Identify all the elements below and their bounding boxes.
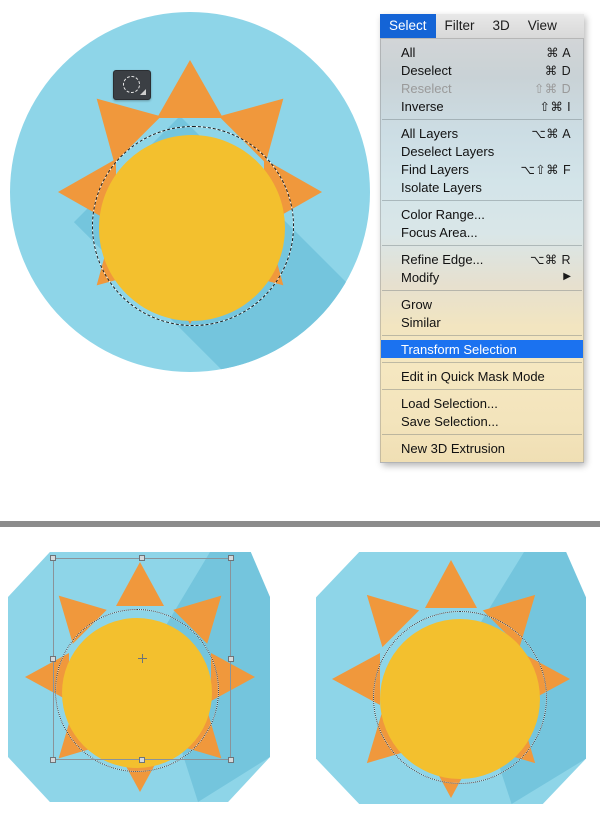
menubar-item-select[interactable]: Select bbox=[380, 14, 436, 38]
transform-handle-sw[interactable] bbox=[50, 757, 56, 763]
menu-item-label: Edit in Quick Mask Mode bbox=[401, 368, 545, 384]
menu-separator bbox=[382, 362, 582, 363]
menu-item-label: Find Layers bbox=[401, 161, 469, 177]
menu-item-deselect[interactable]: Deselect ⌘ D bbox=[381, 61, 583, 79]
menu-separator bbox=[382, 434, 582, 435]
menu-item-label: Reselect bbox=[401, 80, 452, 96]
menu-separator bbox=[382, 335, 582, 336]
menu-item-inverse[interactable]: Inverse ⇧⌘ I bbox=[381, 97, 583, 115]
menu-item-label: Modify bbox=[401, 269, 440, 285]
menu-item-label: Grow bbox=[401, 296, 433, 312]
menu-separator bbox=[382, 245, 582, 246]
transform-reference-point[interactable] bbox=[138, 654, 147, 663]
menu-item-label: Isolate Layers bbox=[401, 179, 482, 195]
menu-item-similar[interactable]: Similar bbox=[381, 313, 583, 331]
sun-ray bbox=[157, 60, 223, 118]
menu-item-label: Refine Edge... bbox=[401, 251, 484, 267]
marching-ants-selection[interactable] bbox=[92, 126, 294, 326]
transform-handle-n[interactable] bbox=[139, 555, 145, 561]
menu-item-all-layers[interactable]: All Layers ⌥⌘ A bbox=[381, 124, 583, 142]
menu-item-label: Color Range... bbox=[401, 206, 485, 222]
menu-item-modify[interactable]: Modify ▶ bbox=[381, 268, 583, 286]
menu-separator bbox=[382, 389, 582, 390]
menu-separator bbox=[382, 290, 582, 291]
menu-item-label: All Layers bbox=[401, 125, 459, 141]
menu-item-isolate-layers[interactable]: Isolate Layers bbox=[381, 178, 583, 196]
transform-handle-s[interactable] bbox=[139, 757, 145, 763]
menu-item-find-layers[interactable]: Find Layers ⌥⇧⌘ F bbox=[381, 160, 583, 178]
menu-item-grow[interactable]: Grow bbox=[381, 295, 583, 313]
elliptical-marquee-tool-icon[interactable] bbox=[113, 70, 151, 100]
menu-item-shortcut: ⌘ A bbox=[546, 45, 571, 60]
menu-item-transform-selection[interactable]: Transform Selection bbox=[381, 340, 583, 358]
sun-illustration-large bbox=[10, 12, 370, 372]
transform-handle-ne[interactable] bbox=[228, 555, 234, 561]
menu-item-label: Inverse bbox=[401, 98, 444, 114]
menu-separator bbox=[382, 119, 582, 120]
select-menu-window: Select Filter 3D View All ⌘ A Deselect ⌘ D Rese… bbox=[380, 14, 584, 463]
menu-item-reselect: Reselect ⇧⌘ D bbox=[381, 79, 583, 97]
transform-handle-se[interactable] bbox=[228, 757, 234, 763]
menubar-item-filter[interactable]: Filter bbox=[436, 14, 484, 38]
menu-item-shortcut: ⇧⌘ D bbox=[533, 81, 571, 96]
menu-item-label: All bbox=[401, 44, 416, 60]
menu-item-shortcut: ⇧⌘ I bbox=[539, 99, 571, 114]
menu-item-color-range[interactable]: Color Range... bbox=[381, 205, 583, 223]
menu-item-label: Similar bbox=[401, 314, 441, 330]
marching-ants-selection[interactable] bbox=[373, 611, 547, 784]
menubar-item-view[interactable]: View bbox=[519, 14, 566, 38]
menu-item-label: Load Selection... bbox=[401, 395, 498, 411]
menu-item-save-selection[interactable]: Save Selection... bbox=[381, 412, 583, 430]
menu-item-deselect-layers[interactable]: Deselect Layers bbox=[381, 142, 583, 160]
menu-item-label: Transform Selection bbox=[401, 341, 517, 357]
transform-handle-nw[interactable] bbox=[50, 555, 56, 561]
section-divider bbox=[0, 521, 600, 527]
menu-item-load-selection[interactable]: Load Selection... bbox=[381, 394, 583, 412]
menu-item-refine-edge[interactable]: Refine Edge... ⌥⌘ R bbox=[381, 250, 583, 268]
menu-item-label: Save Selection... bbox=[401, 413, 499, 429]
sun-ray bbox=[425, 560, 477, 608]
menu-item-shortcut: ⌥⌘ R bbox=[529, 252, 571, 267]
menu-item-shortcut: ⌘ D bbox=[544, 63, 571, 78]
transform-handle-e[interactable] bbox=[228, 656, 234, 662]
menu-item-label: Deselect Layers bbox=[401, 143, 495, 159]
menu-item-focus-area[interactable]: Focus Area... bbox=[381, 223, 583, 241]
marquee-circle-icon bbox=[123, 76, 140, 93]
menubar-item-3d[interactable]: 3D bbox=[484, 14, 519, 38]
transform-handle-w[interactable] bbox=[50, 656, 56, 662]
chevron-right-icon: ▶ bbox=[563, 271, 571, 282]
menu-bar: Select Filter 3D View bbox=[380, 14, 584, 39]
menu-item-shortcut: ⌥⌘ A bbox=[531, 126, 571, 141]
menu-item-label: Focus Area... bbox=[401, 224, 478, 240]
menu-item-all[interactable]: All ⌘ A bbox=[381, 43, 583, 61]
panel-transform-box bbox=[0, 534, 292, 814]
menu-item-shortcut: ⌥⇧⌘ F bbox=[520, 162, 571, 177]
menu-item-edit-in-quick-mask-mode[interactable]: Edit in Quick Mask Mode bbox=[381, 367, 583, 385]
menu-separator bbox=[382, 200, 582, 201]
select-menu-dropdown: All ⌘ A Deselect ⌘ D Reselect ⇧⌘ D Inverse ⇧⌘ I… bbox=[380, 39, 584, 463]
panel-scaled-selection bbox=[312, 534, 600, 814]
menu-item-label: New 3D Extrusion bbox=[401, 440, 506, 456]
tool-corner-icon bbox=[140, 89, 146, 95]
menu-item-new-3d-extrusion[interactable]: New 3D Extrusion bbox=[381, 439, 583, 457]
menu-item-label: Deselect bbox=[401, 62, 452, 78]
